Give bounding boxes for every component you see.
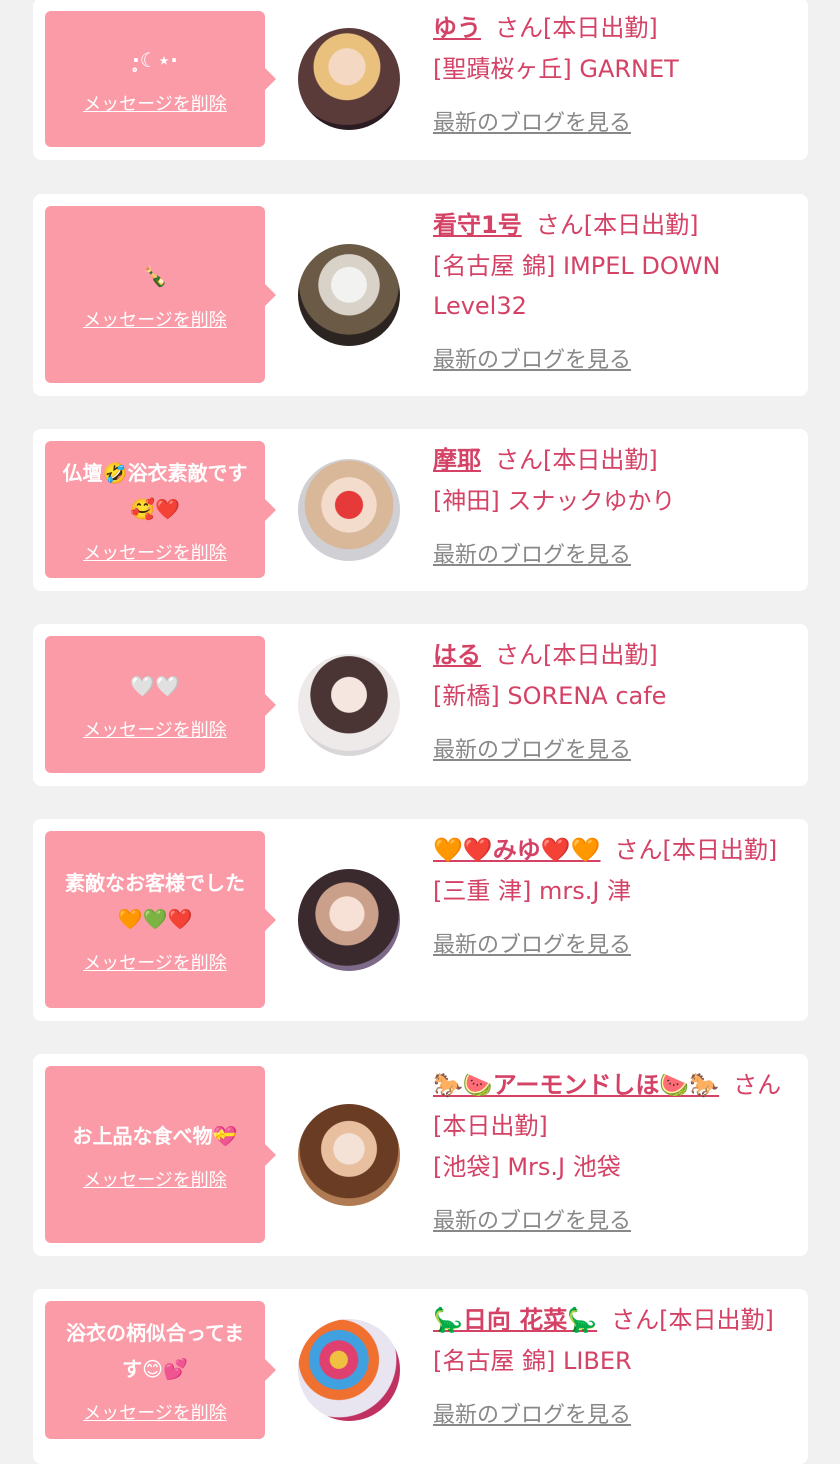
delete-message-link[interactable]: メッセージを削除 — [83, 949, 227, 975]
latest-blog-link[interactable]: 最新のブログを見る — [433, 537, 631, 569]
message-bubble: ·̥☾⋆· メッセージを削除 — [45, 11, 276, 147]
message-text: 仏壇🤣浴衣素敵です🥰❤️ — [62, 460, 248, 521]
cast-name-link[interactable]: 🐎🍉アーモンドしほ🍉🐎 — [433, 1071, 719, 1099]
message-bubble: お上品な食べ物💝 メッセージを削除 — [45, 1066, 276, 1243]
latest-blog-link[interactable]: 最新のブログを見る — [433, 105, 631, 137]
avatar[interactable] — [298, 244, 400, 346]
delete-message-link[interactable]: メッセージを削除 — [83, 1166, 227, 1192]
avatar[interactable] — [298, 1319, 400, 1421]
delete-message-link[interactable]: メッセージを削除 — [83, 1399, 227, 1425]
delete-message-link[interactable]: メッセージを削除 — [83, 539, 227, 565]
cast-status: さん[本日出勤] — [495, 14, 658, 42]
avatar[interactable] — [298, 28, 400, 130]
avatar[interactable] — [298, 1104, 400, 1206]
bookmark-card: 素敵なお客様でした🧡💚❤️ メッセージを削除 🧡❤️みゆ❤️🧡 さん[本日出勤] … — [33, 819, 808, 1021]
avatar[interactable] — [298, 869, 400, 971]
latest-blog-link[interactable]: 最新のブログを見る — [433, 927, 631, 959]
cast-name-link[interactable]: はる — [433, 641, 481, 669]
shop-name: [新橋] SORENA cafe — [433, 682, 667, 710]
latest-blog-link[interactable]: 最新のブログを見る — [433, 1203, 631, 1235]
shop-name: [名古屋 錦] IMPEL DOWN Level32 — [433, 252, 721, 320]
cast-status: さん[本日出勤] — [535, 211, 699, 239]
cast-name-link[interactable]: 看守1号 — [433, 211, 522, 239]
bookmark-card: 🍾 メッセージを削除 看守1号 さん[本日出勤] [名古屋 錦] IMPEL DO… — [33, 194, 808, 396]
message-bubble: 🍾 メッセージを削除 — [45, 206, 276, 383]
latest-blog-link[interactable]: 最新のブログを見る — [433, 732, 631, 764]
cast-name-link[interactable]: ゆう — [433, 14, 481, 42]
cast-status: さん[本日出勤] — [611, 1306, 774, 1334]
shop-name: [名古屋 錦] LIBER — [433, 1347, 632, 1375]
message-bubble: 🤍🤍 メッセージを削除 — [45, 636, 276, 773]
cast-name-link[interactable]: 摩耶 — [433, 446, 481, 474]
cast-name-link[interactable]: 🧡❤️みゆ❤️🧡 — [433, 836, 601, 864]
message-text: ·̥☾⋆· — [132, 48, 178, 72]
message-text: 🤍🤍 — [130, 673, 180, 698]
bookmark-card: 🤍🤍 メッセージを削除 はる さん[本日出勤] [新橋] SORENA cafe … — [33, 624, 808, 786]
shop-name: [池袋] Mrs.J 池袋 — [433, 1153, 621, 1181]
message-text: 素敵なお客様でした🧡💚❤️ — [65, 870, 245, 931]
avatar[interactable] — [298, 654, 400, 756]
cast-status: さん[本日出勤] — [495, 641, 658, 669]
cast-status: さん[本日出勤] — [495, 446, 658, 474]
message-bubble: 素敵なお客様でした🧡💚❤️ メッセージを削除 — [45, 831, 276, 1008]
latest-blog-link[interactable]: 最新のブログを見る — [433, 342, 631, 374]
shop-name: [三重 津] mrs.J 津 — [433, 877, 632, 905]
bookmark-card: 浴衣の柄似合ってます😊💕 メッセージを削除 🦕日向 花菜🦕 さん[本日出勤] [名… — [33, 1289, 808, 1464]
message-text: お上品な食べ物💝 — [72, 1123, 238, 1148]
message-text: 🍾 — [142, 263, 168, 288]
avatar[interactable] — [298, 459, 400, 561]
shop-name: [神田] スナックゆかり — [433, 487, 676, 515]
message-bubble: 仏壇🤣浴衣素敵です🥰❤️ メッセージを削除 — [45, 441, 276, 578]
cast-status: さん[本日出勤] — [614, 836, 778, 864]
bookmark-card: お上品な食べ物💝 メッセージを削除 🐎🍉アーモンドしほ🍉🐎 さん[本日出勤] [池… — [33, 1054, 808, 1256]
message-text: 浴衣の柄似合ってます😊💕 — [66, 1321, 244, 1381]
message-bubble: 浴衣の柄似合ってます😊💕 メッセージを削除 — [45, 1301, 276, 1439]
bookmark-card: 仏壇🤣浴衣素敵です🥰❤️ メッセージを削除 摩耶 さん[本日出勤] [神田] スナ… — [33, 429, 808, 591]
bookmark-list: ·̥☾⋆· メッセージを削除 ゆう さん[本日出勤] [聖蹟桜ヶ丘] GARNET… — [0, 0, 840, 1464]
delete-message-link[interactable]: メッセージを削除 — [83, 306, 227, 332]
delete-message-link[interactable]: メッセージを削除 — [83, 90, 227, 116]
latest-blog-link[interactable]: 最新のブログを見る — [433, 1397, 631, 1429]
cast-name-link[interactable]: 🦕日向 花菜🦕 — [433, 1306, 597, 1334]
shop-name: [聖蹟桜ヶ丘] GARNET — [433, 55, 679, 83]
delete-message-link[interactable]: メッセージを削除 — [83, 716, 227, 742]
bookmark-card: ·̥☾⋆· メッセージを削除 ゆう さん[本日出勤] [聖蹟桜ヶ丘] GARNET… — [33, 0, 808, 160]
